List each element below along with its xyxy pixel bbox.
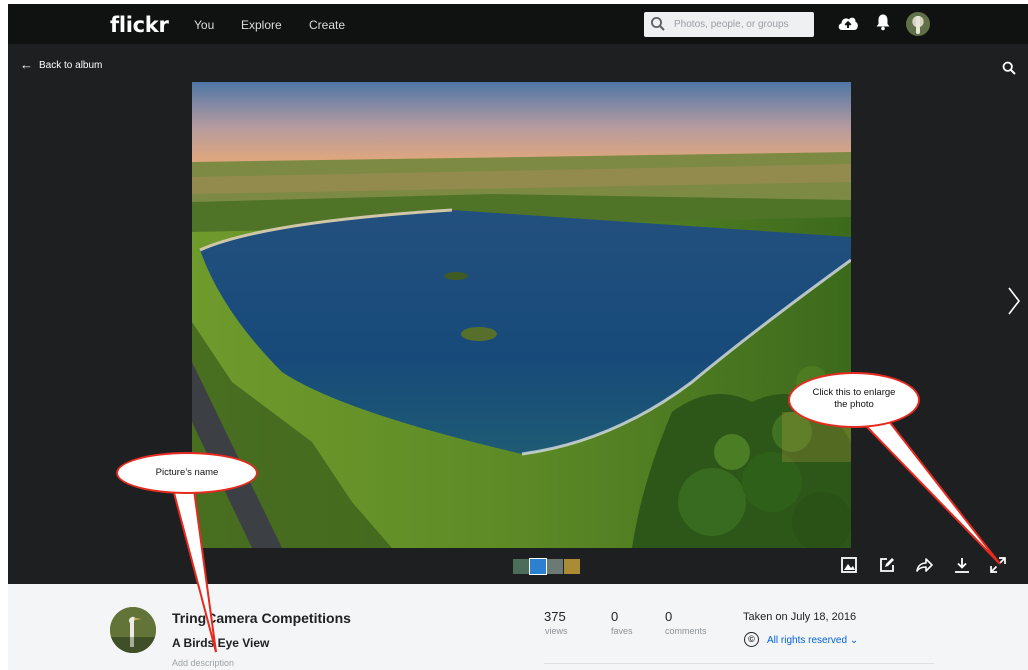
search-icon[interactable]	[1002, 61, 1016, 75]
views-label: views	[545, 626, 568, 636]
comments-count: 0	[665, 609, 673, 624]
faves-count: 0	[611, 609, 619, 624]
photo-info-panel	[8, 584, 1028, 670]
picture-name-callout: Picture’s name	[116, 452, 258, 494]
nav-you[interactable]: You	[194, 18, 214, 32]
download-icon[interactable]	[953, 556, 971, 574]
flickr-photo-page: flickr You Explore Create Photos, people…	[8, 4, 1028, 670]
photo-title[interactable]: A Birds Eye View	[172, 636, 269, 650]
enlarge-callout: Click this to enlarge the photo	[788, 372, 920, 428]
next-arrow-icon[interactable]	[1007, 286, 1021, 316]
search-icon	[651, 17, 665, 31]
nav-create[interactable]: Create	[309, 18, 345, 32]
enlarge-callout-line1: Click this to enlarge	[812, 387, 896, 398]
back-to-album-link[interactable]: ← Back to album	[20, 56, 103, 72]
taken-date[interactable]: Taken on July 18, 2016	[743, 611, 856, 623]
view-image-icon[interactable]	[840, 556, 858, 574]
upload-cloud-icon[interactable]	[837, 14, 859, 32]
add-description-field[interactable]: Add description	[172, 658, 234, 668]
thumbnail-current[interactable]	[529, 558, 547, 575]
enlarge-icon[interactable]	[989, 556, 1007, 574]
aerial-lake-photo-graphic	[192, 82, 851, 548]
photo-owner-name[interactable]: TringCamera Competitions	[172, 610, 351, 626]
comments-label: comments	[665, 626, 707, 636]
main-photo[interactable]	[192, 82, 851, 548]
license-label: All rights reserved	[767, 635, 848, 646]
copyright-icon: ©	[744, 632, 759, 647]
owner-avatar[interactable]	[110, 607, 156, 653]
share-icon[interactable]	[915, 556, 933, 574]
edit-icon[interactable]	[878, 556, 896, 574]
faves-label: faves	[611, 626, 633, 636]
enlarge-callout-pointer	[864, 418, 1001, 565]
thumbnail[interactable]	[513, 559, 529, 574]
photo-thumbnail-strip	[513, 558, 580, 575]
thumbnail[interactable]	[564, 559, 580, 574]
top-navigation-bar: flickr You Explore Create Photos, people…	[8, 4, 1028, 44]
back-to-album-label: Back to album	[39, 60, 103, 71]
search-input[interactable]: Photos, people, or groups	[644, 12, 814, 37]
heron-avatar-graphic	[110, 607, 156, 653]
divider	[544, 663, 934, 664]
back-arrow-icon: ←	[20, 57, 33, 72]
thumbnail[interactable]	[547, 559, 563, 574]
enlarge-callout-line2: the photo	[834, 399, 874, 410]
views-count: 375	[544, 609, 566, 624]
user-avatar[interactable]	[906, 12, 930, 36]
nav-explore[interactable]: Explore	[241, 18, 282, 32]
notifications-bell-icon[interactable]	[875, 13, 891, 31]
flickr-logo[interactable]: flickr	[110, 13, 169, 37]
picture-name-callout-text: Picture’s name	[155, 467, 219, 478]
search-placeholder: Photos, people, or groups	[674, 19, 789, 30]
license-dropdown[interactable]: All rights reserved ⌄	[767, 635, 858, 646]
chevron-down-icon: ⌄	[849, 635, 859, 646]
